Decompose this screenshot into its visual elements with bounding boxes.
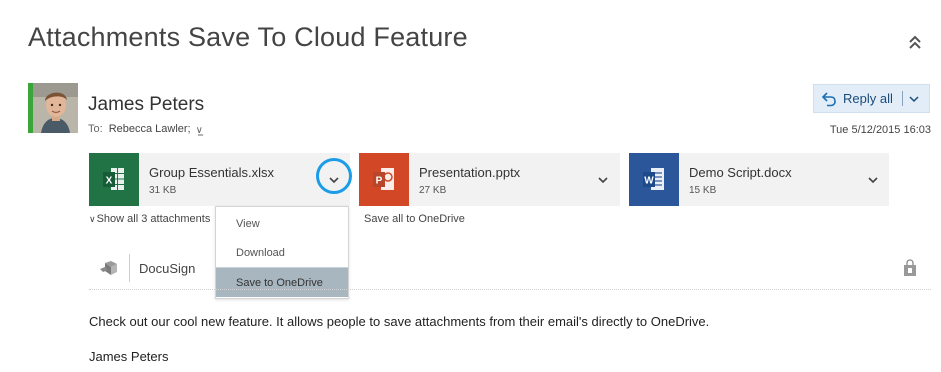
word-icon: W bbox=[629, 153, 679, 206]
button-separator bbox=[901, 91, 903, 106]
chevron-double-down-icon[interactable]: ∨̲ bbox=[196, 125, 203, 136]
docusign-addin-button[interactable]: DocuSign bbox=[139, 261, 195, 276]
attachment-card[interactable]: W Demo Script.docx 15 KB bbox=[629, 153, 889, 206]
reply-all-icon bbox=[821, 91, 836, 106]
menu-item-download[interactable]: Download bbox=[216, 238, 348, 268]
store-icon[interactable] bbox=[903, 259, 917, 277]
recipient-name[interactable]: Rebecca Lawler; bbox=[109, 123, 191, 135]
show-all-attachments-link[interactable]: ∨Show all 3 attachments bbox=[89, 213, 215, 225]
addin-separator bbox=[129, 254, 130, 282]
collapse-header-icon[interactable] bbox=[903, 30, 927, 54]
excel-icon: X bbox=[89, 153, 139, 206]
chevron-down-icon[interactable] bbox=[324, 170, 344, 190]
recipients-line: To: Rebecca Lawler; ∨̲ bbox=[88, 123, 203, 136]
sender-name[interactable]: James Peters bbox=[88, 94, 204, 116]
attachment-name[interactable]: Demo Script.docx bbox=[689, 165, 792, 180]
message-date: Tue 5/12/2015 16:03 bbox=[829, 124, 931, 136]
reply-all-label: Reply all bbox=[843, 91, 893, 106]
attachment-size: 27 KB bbox=[419, 185, 447, 196]
reply-all-button[interactable]: Reply all bbox=[813, 84, 930, 113]
powerpoint-icon: P bbox=[359, 153, 409, 206]
docusign-icon bbox=[100, 261, 117, 275]
sender-presence-indicator bbox=[28, 83, 78, 133]
body-divider bbox=[89, 289, 931, 290]
attachment-size: 15 KB bbox=[689, 185, 717, 196]
avatar[interactable] bbox=[33, 83, 78, 133]
attachment-name[interactable]: Group Essentials.xlsx bbox=[149, 165, 274, 180]
attachment-size: 31 KB bbox=[149, 185, 177, 196]
menu-item-save-to-onedrive[interactable]: Save to OneDrive bbox=[216, 267, 348, 297]
chevron-down-icon[interactable] bbox=[593, 170, 613, 190]
message-body: Check out our cool new feature. It allow… bbox=[89, 314, 710, 329]
menu-item-view[interactable]: View bbox=[216, 209, 348, 239]
chevron-double-down-icon: ∨ bbox=[89, 214, 96, 224]
svg-text:W: W bbox=[644, 176, 654, 187]
message-subject: Attachments Save To Cloud Feature bbox=[28, 22, 468, 52]
attachment-card[interactable]: P Presentation.pptx 27 KB bbox=[359, 153, 620, 206]
to-label: To: bbox=[88, 123, 103, 135]
svg-text:X: X bbox=[106, 176, 113, 187]
chevron-down-icon[interactable] bbox=[863, 170, 883, 190]
attachment-card[interactable]: X Group Essentials.xlsx 31 KB bbox=[89, 153, 352, 206]
attachment-name[interactable]: Presentation.pptx bbox=[419, 165, 520, 180]
chevron-down-icon[interactable] bbox=[907, 92, 921, 106]
save-all-to-onedrive-link[interactable]: Save all to OneDrive bbox=[364, 213, 465, 225]
message-signature: James Peters bbox=[89, 349, 169, 364]
show-all-label: Show all 3 attachments bbox=[96, 213, 211, 225]
attachment-context-menu: View Download Save to OneDrive bbox=[215, 206, 349, 299]
svg-text:P: P bbox=[376, 176, 383, 187]
